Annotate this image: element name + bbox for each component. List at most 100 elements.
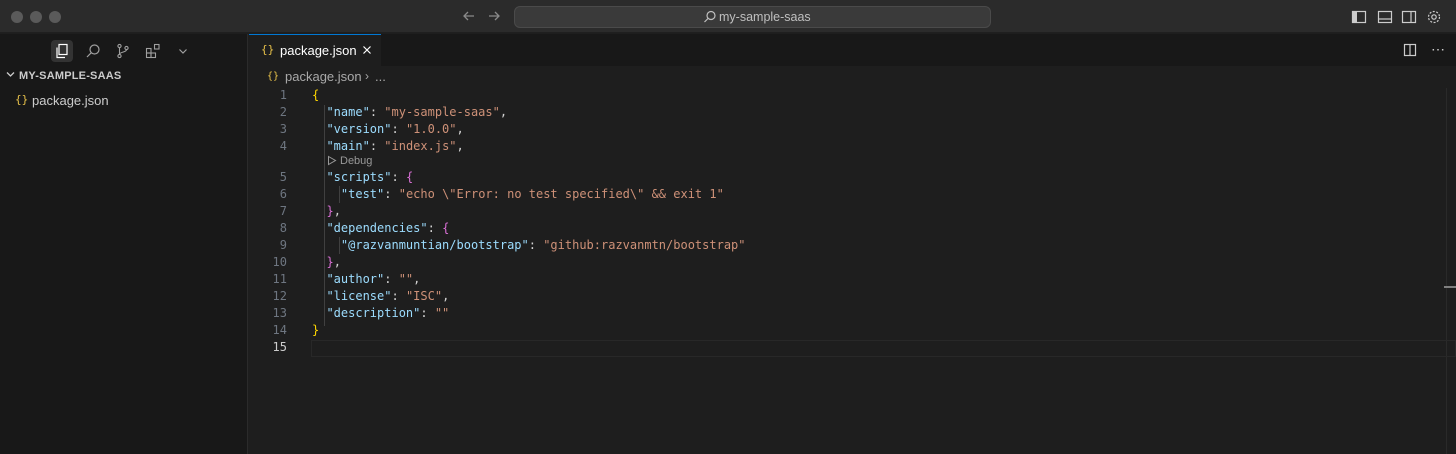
toggle-panel-icon[interactable]: [1377, 9, 1393, 25]
line-number: 5: [279, 170, 287, 184]
line-number: 15: [272, 340, 287, 354]
code-token: "scripts": [326, 170, 392, 184]
close-icon[interactable]: [361, 44, 373, 56]
code-token: :: [420, 306, 435, 320]
explorer-folder-name: MY-SAMPLE-SAAS: [19, 70, 122, 82]
code-line[interactable]: 12 "license": "ISC",: [249, 289, 1456, 306]
split-editor-icon[interactable]: [1403, 43, 1417, 57]
code-text: "author": "",: [312, 272, 420, 286]
close-window-button[interactable]: [11, 11, 23, 23]
line-number: 7: [279, 204, 287, 218]
code-token: "my-sample-saas": [384, 105, 500, 119]
code-line[interactable]: 6 "test": "echo \"Error: no test specifi…: [249, 187, 1456, 204]
code-line[interactable]: 10 },: [249, 255, 1456, 272]
code-editor[interactable]: Debug 1{2 "name": "my-sample-saas", 3 "ve…: [249, 88, 1456, 454]
code-line[interactable]: 5 "scripts": {: [249, 170, 1456, 187]
line-number: 6: [279, 187, 287, 201]
toggle-secondary-sidebar-icon[interactable]: [1401, 9, 1417, 25]
play-icon: [328, 155, 337, 166]
line-number: 3: [279, 122, 287, 136]
code-token: {: [312, 88, 320, 102]
json-file-icon: {}: [15, 93, 29, 106]
search-icon: [704, 10, 716, 23]
code-token: }: [312, 323, 320, 337]
code-text: "main": "index.js",: [312, 139, 463, 153]
more-views-button[interactable]: [172, 40, 194, 62]
json-file-icon: {}: [267, 71, 280, 82]
code-line[interactable]: 9 "@razvanmuntian/bootstrap": "github:ra…: [249, 238, 1456, 255]
code-token: }: [326, 204, 334, 218]
code-line[interactable]: 2 "name": "my-sample-saas",: [249, 105, 1456, 122]
code-token: ,: [413, 272, 421, 286]
back-arrow-icon[interactable]: [460, 7, 478, 25]
code-token: "1.0.0": [405, 122, 457, 136]
code-text: "version": "1.0.0",: [312, 122, 464, 136]
search-icon: [86, 44, 100, 58]
code-text: "license": "ISC",: [312, 289, 449, 303]
code-line[interactable]: 1{: [249, 88, 1456, 105]
line-number: 11: [272, 272, 287, 286]
toggle-primary-sidebar-icon[interactable]: [1351, 9, 1367, 25]
search-view-button[interactable]: [82, 40, 104, 62]
code-line[interactable]: 14}: [249, 323, 1456, 340]
forward-arrow-icon[interactable]: [485, 7, 503, 25]
line-number: 1: [279, 88, 287, 102]
zoom-window-button[interactable]: [49, 11, 61, 23]
code-token: "version": [326, 122, 392, 136]
command-center-search[interactable]: my-sample-saas: [514, 6, 991, 28]
code-line[interactable]: 15: [249, 340, 1456, 357]
code-line[interactable]: 3 "version": "1.0.0",: [249, 122, 1456, 139]
code-line[interactable]: 4 "main": "index.js",: [249, 139, 1456, 156]
source-control-view-button[interactable]: [112, 40, 134, 62]
code-text: },: [312, 255, 341, 269]
file-name: package.json: [32, 93, 109, 108]
code-line[interactable]: 7 },: [249, 204, 1456, 221]
editor-tab-package-json[interactable]: {} package.json: [249, 34, 381, 66]
explorer-view-button[interactable]: [51, 40, 73, 62]
more-actions-icon[interactable]: ⋯: [1431, 41, 1445, 58]
code-token: "main": [326, 139, 370, 153]
code-token: :: [391, 289, 406, 303]
line-number: 4: [279, 139, 287, 153]
breadcrumb-symbols[interactable]: ...: [375, 69, 386, 84]
customize-layout-gear-icon[interactable]: [1426, 9, 1442, 25]
code-line[interactable]: 11 "author": "",: [249, 272, 1456, 289]
breadcrumb-file[interactable]: package.json: [285, 69, 362, 84]
code-token: ,: [333, 255, 341, 269]
debug-codelens-label: Debug: [340, 155, 373, 167]
code-text: "test": "echo \"Error: no test specified…: [312, 187, 724, 201]
code-token: "index.js": [384, 139, 457, 153]
code-text: },: [312, 204, 340, 218]
code-token: "test": [340, 187, 385, 201]
code-text: }: [312, 323, 319, 337]
code-line[interactable]: 13 "description": "": [249, 306, 1456, 323]
extensions-view-button[interactable]: [142, 40, 164, 62]
line-number: 13: [272, 306, 287, 320]
breadcrumb: {} package.json › ...: [249, 66, 1456, 88]
code-token: {: [405, 170, 414, 184]
breadcrumb-separator: ›: [365, 69, 369, 83]
command-center-label: my-sample-saas: [719, 10, 811, 24]
code-token: "description": [326, 306, 421, 320]
line-number: 2: [279, 105, 287, 119]
code-line[interactable]: 8 "dependencies": {: [249, 221, 1456, 238]
debug-codelens[interactable]: Debug: [327, 155, 372, 167]
json-file-icon: {}: [261, 43, 275, 56]
explorer-file-item[interactable]: {} package.json: [0, 90, 247, 112]
code-token: }: [326, 255, 334, 269]
explorer-folder-header[interactable]: MY-SAMPLE-SAAS: [6, 70, 121, 82]
code-token: "ISC": [405, 289, 443, 303]
code-token: "author": [326, 272, 385, 286]
minimize-window-button[interactable]: [30, 11, 42, 23]
code-token: ,: [456, 122, 464, 136]
code-token: "name": [326, 105, 370, 119]
code-text: {: [312, 88, 319, 102]
code-text: "name": "my-sample-saas",: [312, 105, 507, 119]
